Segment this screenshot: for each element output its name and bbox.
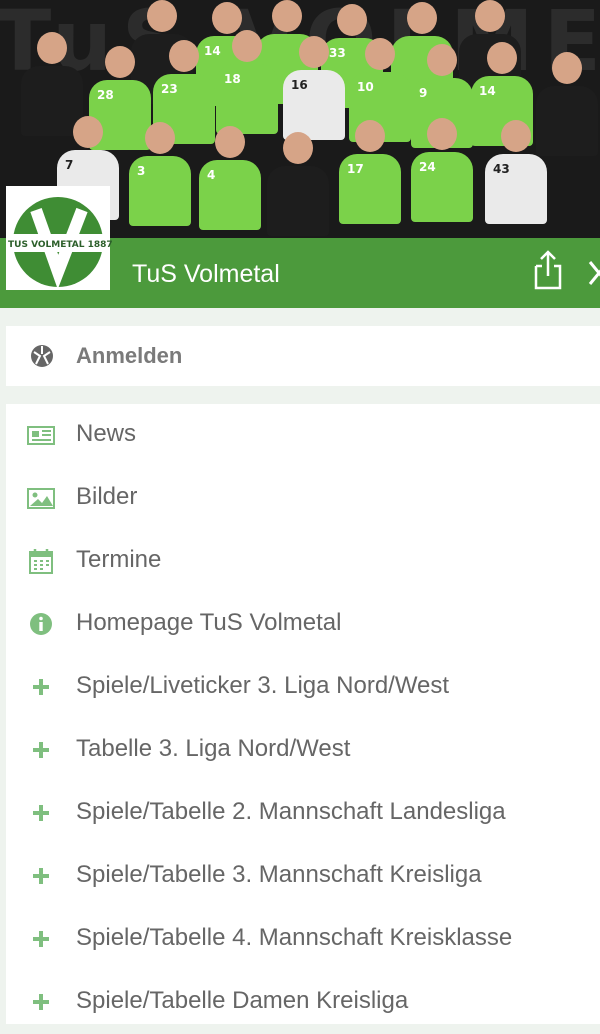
menu-item-liveticker[interactable]: Spiele/Liveticker 3. Liga Nord/West bbox=[6, 656, 600, 719]
player: 43 bbox=[484, 120, 548, 224]
logo-text: TUS VOLMETAL 1887 bbox=[8, 240, 113, 250]
player-number: 23 bbox=[161, 82, 178, 96]
menu-item-label: Spiele/Tabelle Damen Kreisliga bbox=[76, 987, 409, 1014]
player-number: 18 bbox=[224, 72, 241, 86]
player: 4 bbox=[198, 126, 262, 230]
menu-item-label: Spiele/Liveticker 3. Liga Nord/West bbox=[76, 672, 450, 699]
menu-item-label: Termine bbox=[76, 546, 162, 573]
info-icon bbox=[30, 613, 52, 635]
player-number: 3 bbox=[137, 164, 146, 178]
player: 18 bbox=[215, 30, 279, 134]
menu-item-label: Homepage TuS Volmetal bbox=[76, 609, 342, 636]
menu-item-termine[interactable]: Termine bbox=[6, 530, 600, 593]
player-number: 28 bbox=[97, 88, 114, 102]
plus-icon bbox=[33, 742, 49, 758]
menu-item-4-mannschaft[interactable]: Spiele/Tabelle 4. Mannschaft Kreisklasse bbox=[6, 908, 600, 971]
plus-icon bbox=[33, 868, 49, 884]
menu-item-3-mannschaft[interactable]: Spiele/Tabelle 3. Mannschaft Kreisliga bbox=[6, 845, 600, 908]
player-number: 10 bbox=[357, 80, 374, 94]
menu-item-2-mannschaft[interactable]: Spiele/Tabelle 2. Mannschaft Landesliga bbox=[6, 782, 600, 845]
menu-item-label: Tabelle 3. Liga Nord/West bbox=[76, 735, 351, 762]
player-number: 14 bbox=[479, 84, 496, 98]
menu-item-label: News bbox=[76, 420, 137, 447]
player-number: 4 bbox=[207, 168, 216, 182]
close-button[interactable] bbox=[586, 258, 600, 288]
menu-item-bilder[interactable]: Bilder bbox=[6, 467, 600, 530]
player: 17 bbox=[338, 120, 402, 224]
plus-icon bbox=[33, 931, 49, 947]
menu-item-label: Spiele/Tabelle 3. Mannschaft Kreisliga bbox=[76, 861, 482, 888]
login-icon bbox=[31, 345, 53, 367]
menu-item-label: Spiele/Tabelle 2. Mannschaft Landesliga bbox=[76, 798, 506, 825]
player-number: 9 bbox=[419, 86, 428, 100]
calendar-icon bbox=[29, 549, 53, 574]
menu-item-damen[interactable]: Spiele/Tabelle Damen Kreisliga bbox=[6, 971, 600, 1034]
club-logo: TUS VOLMETAL 1887 bbox=[6, 186, 113, 290]
player-number: 17 bbox=[347, 162, 364, 176]
player-number: 43 bbox=[493, 162, 510, 176]
login-item[interactable]: Anmelden bbox=[6, 326, 600, 386]
menu-item-news[interactable]: News bbox=[6, 404, 600, 467]
newspaper-icon bbox=[27, 426, 55, 445]
plus-icon bbox=[33, 679, 49, 695]
share-icon bbox=[534, 250, 562, 290]
plus-icon bbox=[33, 994, 49, 1010]
player-number: 24 bbox=[419, 160, 436, 174]
menu-item-homepage[interactable]: Homepage TuS Volmetal bbox=[6, 593, 600, 656]
share-button[interactable] bbox=[530, 248, 566, 292]
menu-item-tabelle[interactable]: Tabelle 3. Liga Nord/West bbox=[6, 719, 600, 782]
menu-item-label: Spiele/Tabelle 4. Mannschaft Kreisklasse bbox=[76, 924, 513, 951]
close-icon bbox=[588, 261, 600, 285]
player bbox=[266, 132, 330, 236]
plus-icon bbox=[33, 805, 49, 821]
login-label: Anmelden bbox=[76, 343, 183, 368]
menu-item-label: Bilder bbox=[76, 483, 138, 510]
menu-list: News Bilder Termine Homepage TuS Volmeta… bbox=[6, 404, 600, 1024]
club-name: TuS Volmetal bbox=[132, 260, 280, 288]
player-number: 16 bbox=[291, 78, 308, 92]
image-icon bbox=[27, 488, 55, 509]
player: 16 bbox=[282, 36, 346, 140]
player: 24 bbox=[410, 118, 474, 222]
player: 3 bbox=[128, 122, 192, 226]
player-number: 7 bbox=[65, 158, 74, 172]
